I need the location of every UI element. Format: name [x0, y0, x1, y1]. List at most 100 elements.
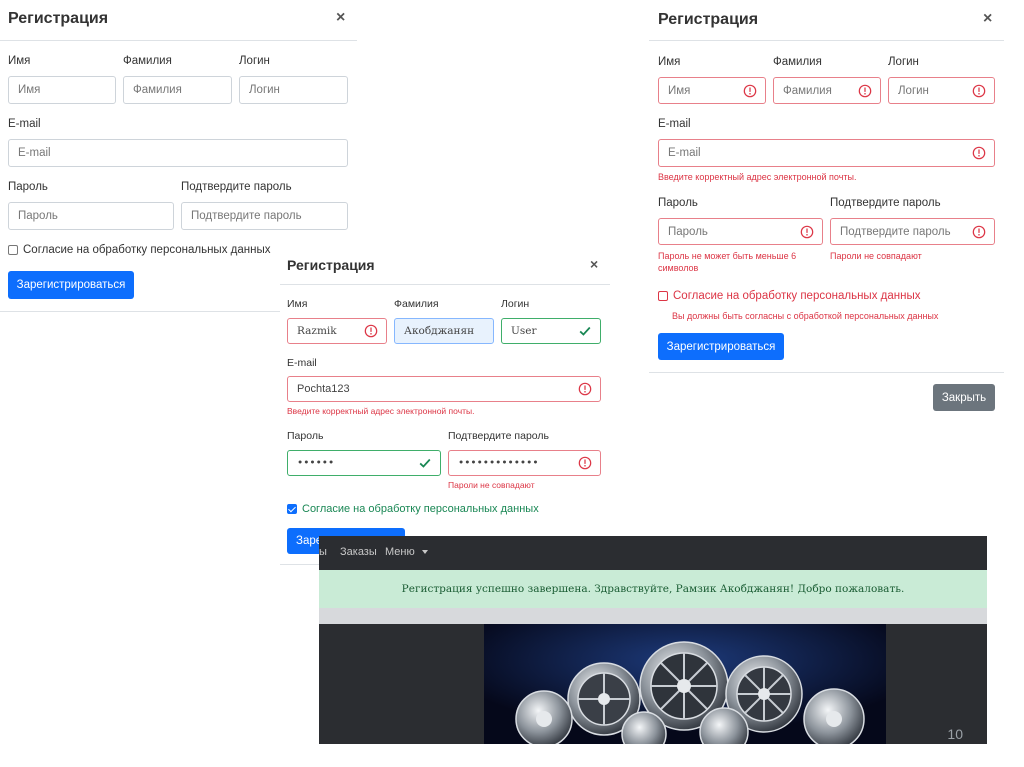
confirm-password-error: Пароли не совпадают — [448, 480, 535, 490]
email-placeholder: E-mail — [18, 147, 51, 159]
login-input[interactable]: Логин — [888, 77, 995, 104]
login-input[interactable]: User — [501, 318, 601, 344]
last-name-placeholder: Фамилия — [133, 84, 182, 96]
confirm-password-input[interactable]: ••••••••••••• — [448, 450, 601, 476]
password-label: Пароль — [658, 197, 698, 209]
email-input[interactable]: E-mail — [658, 139, 995, 167]
consent-checkbox-checked[interactable] — [287, 504, 297, 514]
success-alert: Регистрация успешно завершена. Здравству… — [319, 570, 987, 608]
login-input[interactable]: Логин — [239, 76, 348, 104]
consent-checkbox-row[interactable]: Согласие на обработку персональных данны… — [658, 290, 920, 302]
email-label: E-mail — [287, 357, 317, 369]
last-name-label: Фамилия — [394, 298, 439, 310]
password-input[interactable]: Пароль — [658, 218, 823, 245]
last-name-value: Акобджанян — [404, 325, 475, 337]
confirm-password-placeholder: Подтвердите пароль — [191, 210, 302, 222]
navbar: ы Заказы Меню — [319, 536, 987, 570]
confirm-password-label: Подтвердите пароль — [181, 181, 292, 193]
confirm-password-input[interactable]: Подтвердите пароль — [830, 218, 995, 245]
first-name-placeholder: Имя — [668, 84, 691, 97]
registration-modal-filled: Регистрация × Имя Фамилия Логин Razmik А… — [280, 244, 610, 566]
last-name-placeholder: Фамилия — [783, 84, 832, 97]
close-icon[interactable]: × — [983, 11, 992, 27]
consent-label: Согласие на обработку персональных данны… — [302, 503, 539, 515]
consent-label: Согласие на обработку персональных данны… — [23, 244, 271, 256]
consent-checkbox[interactable] — [8, 245, 18, 255]
confirm-password-input[interactable]: Подтвердите пароль — [181, 202, 348, 230]
error-icon — [743, 84, 757, 98]
login-label: Логин — [501, 298, 530, 310]
password-error: Пароль не может быть меньше 6 символов — [658, 251, 797, 274]
email-error: Введите корректный адрес электронной поч… — [658, 172, 857, 182]
registration-modal-errors: Регистрация × Имя Фамилия Логин Имя Фами… — [649, 0, 1004, 430]
check-icon — [418, 456, 432, 470]
email-label: E-mail — [658, 118, 691, 130]
error-icon — [972, 225, 986, 239]
login-placeholder: Логин — [898, 84, 929, 97]
nav-item-partial[interactable]: ы — [319, 546, 327, 558]
first-name-label: Имя — [658, 56, 681, 68]
wheels-illustration — [484, 624, 886, 744]
last-name-label: Фамилия — [123, 55, 172, 67]
first-name-placeholder: Имя — [18, 84, 41, 96]
error-icon — [578, 456, 592, 470]
first-name-input[interactable]: Имя — [658, 77, 766, 104]
consent-error: Вы должны быть согласны с обработкой пер… — [672, 311, 939, 321]
first-name-input[interactable]: Имя — [8, 76, 116, 104]
check-icon — [578, 324, 592, 338]
confirm-password-label: Подтвердите пароль — [448, 430, 550, 442]
error-icon — [800, 225, 814, 239]
confirm-password-error: Пароли не совпадают — [830, 251, 922, 261]
consent-checkbox[interactable] — [658, 291, 668, 301]
close-icon[interactable]: × — [590, 257, 598, 271]
password-label: Пароль — [8, 181, 48, 193]
first-name-label: Имя — [8, 55, 31, 67]
consent-label: Согласие на обработку персональных данны… — [673, 290, 921, 302]
email-input[interactable]: E-mail — [8, 139, 348, 167]
close-button[interactable]: Закрыть — [933, 384, 995, 411]
password-input[interactable]: Пароль — [8, 202, 174, 230]
first-name-value: Razmik — [297, 325, 337, 337]
login-placeholder: Логин — [249, 84, 280, 96]
confirm-password-label: Подтвердите пароль — [830, 197, 941, 209]
password-placeholder: Пароль — [18, 210, 58, 222]
nav-item-menu[interactable]: Меню — [385, 546, 428, 558]
password-value: •••••• — [297, 457, 335, 469]
confirm-password-placeholder: Подтвердите пароль — [840, 225, 951, 238]
password-input[interactable]: •••••• — [287, 450, 441, 476]
consent-checkbox-row[interactable]: Согласие на обработку персональных данны… — [8, 244, 270, 256]
modal-title: Регистрация — [8, 10, 109, 27]
error-icon — [364, 324, 378, 338]
register-button[interactable]: Зарегистрироваться — [658, 333, 784, 360]
site-screenshot: ы Заказы Меню Регистрация успешно заверш… — [319, 536, 987, 744]
email-placeholder: E-mail — [668, 147, 701, 159]
last-name-input[interactable]: Фамилия — [123, 76, 232, 104]
error-icon — [858, 84, 872, 98]
slide-number: 10 — [947, 726, 963, 742]
register-button[interactable]: Зарегистрироваться — [8, 271, 134, 299]
email-error: Введите корректный адрес электронной поч… — [287, 406, 475, 416]
email-input[interactable]: Pochta123 — [287, 376, 601, 402]
error-icon — [972, 84, 986, 98]
password-label: Пароль — [287, 430, 324, 442]
consent-checkbox-row[interactable]: Согласие на обработку персональных данны… — [287, 503, 539, 515]
error-icon — [972, 146, 986, 160]
first-name-label: Имя — [287, 298, 308, 310]
hero-image — [484, 624, 886, 744]
last-name-input[interactable]: Фамилия — [773, 77, 881, 104]
login-label: Логин — [239, 55, 270, 67]
email-label: E-mail — [8, 118, 41, 130]
close-icon[interactable]: × — [336, 10, 345, 26]
modal-title: Регистрация — [287, 257, 375, 273]
caret-down-icon — [421, 550, 428, 555]
email-value: Pochta123 — [297, 383, 350, 395]
login-value: User — [511, 325, 537, 337]
modal-footer-divider — [649, 372, 1004, 373]
nav-menu-label: Меню — [385, 546, 415, 558]
login-label: Логин — [888, 56, 919, 68]
first-name-input[interactable]: Razmik — [287, 318, 387, 344]
last-name-label: Фамилия — [773, 56, 822, 68]
nav-item-orders[interactable]: Заказы — [340, 546, 377, 558]
last-name-input[interactable]: Акобджанян — [394, 318, 494, 344]
modal-title: Регистрация — [658, 11, 759, 28]
